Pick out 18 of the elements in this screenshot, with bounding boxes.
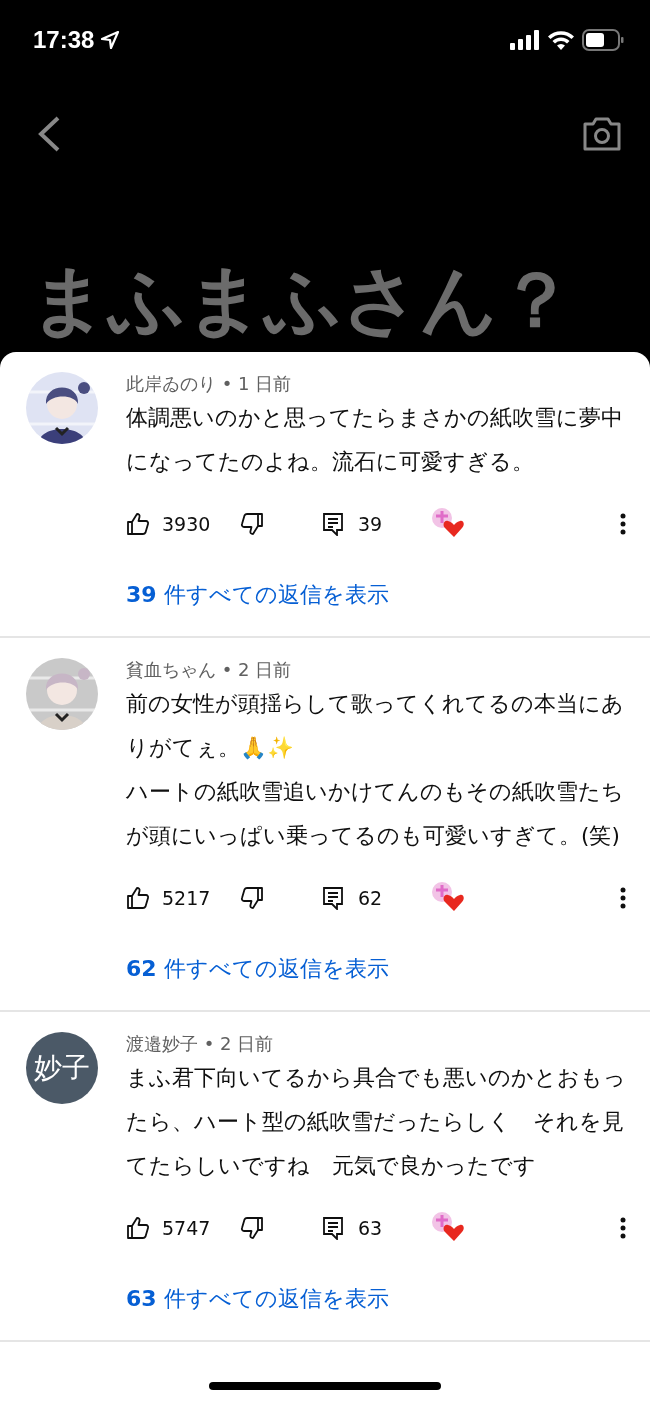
- video-title: まふまふさん？: [30, 262, 575, 338]
- comment-text: 体調悪いのかと思ってたらまさかの紙吹雪に夢中になってたのよね。流石に可愛すぎる。: [126, 404, 624, 476]
- reply-count: 39: [358, 513, 384, 535]
- reply-count: 62: [358, 887, 384, 909]
- comment-meta: 貧血ちゃん • 2 日前: [126, 658, 293, 682]
- comment-text: まふ君下向いてるから具合でも悪いのかとおもったら、ハート型の紙吹雪だったらしく それを見てたらしいですね 元気で良かったです: [126, 1064, 626, 1180]
- view-replies-link[interactable]: 39 件すべての返信を表示: [126, 580, 389, 610]
- like-count: 5217: [162, 887, 212, 909]
- avatar-initials[interactable]: 妙子: [26, 1032, 98, 1104]
- reply-count: 63: [358, 1217, 384, 1239]
- comment-meta: 此岸ゐのり • 1 日前: [126, 372, 293, 396]
- like-count: 5747: [162, 1217, 212, 1239]
- comment-meta: 渡邉妙子 • 2 日前: [126, 1032, 275, 1056]
- view-replies-link[interactable]: 63 件すべての返信を表示: [126, 1284, 389, 1314]
- status-time: 17:38: [33, 26, 95, 54]
- view-replies-link[interactable]: 62 件すべての返信を表示: [126, 954, 389, 984]
- comment-text: 前の女性が頭揺らして歌ってくれてるの本当にありがてぇ。🙏✨ ハートの紙吹雪追いかけてんのもその紙吹雪たちが頭にいっぱい乗ってるのも可愛いすぎて。(笑): [126, 690, 625, 850]
- like-count: 3930: [162, 513, 212, 535]
